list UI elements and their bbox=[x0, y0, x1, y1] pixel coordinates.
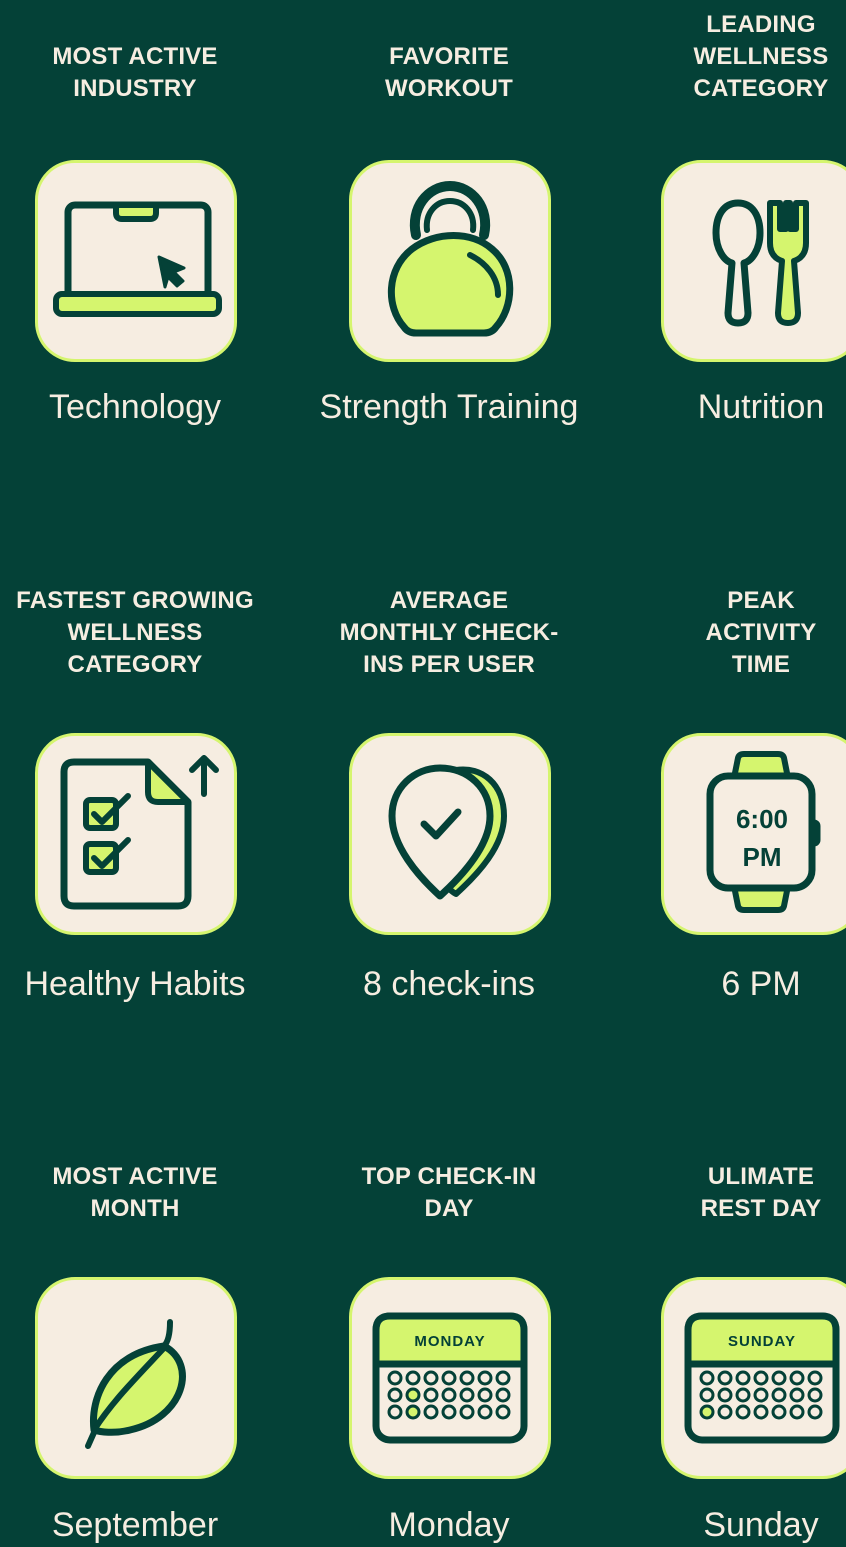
location-check-icon bbox=[388, 764, 507, 900]
icon-tile bbox=[349, 160, 551, 362]
leaf-icon bbox=[85, 1319, 186, 1449]
icon-tile bbox=[35, 160, 237, 362]
stat-value: Nutrition bbox=[697, 388, 825, 426]
spoon-fork-icon bbox=[712, 199, 809, 327]
stat-label: LEADING WELLNESS CATEGORY bbox=[693, 11, 829, 102]
stat-value: Sunday bbox=[703, 1506, 819, 1544]
stat-value: September bbox=[51, 1506, 219, 1544]
icon-tile: 6:00 PM bbox=[661, 733, 846, 935]
icon-tile: SUNDAY bbox=[661, 1277, 846, 1479]
stat-label: MOST ACTIVE INDUSTRY bbox=[52, 43, 218, 102]
laptop-icon bbox=[53, 201, 222, 317]
calendar-icon bbox=[684, 1312, 840, 1444]
stat-label: ULIMATE REST DAY bbox=[700, 1163, 822, 1222]
kettlebell-icon bbox=[388, 180, 514, 337]
checklist-icon bbox=[60, 755, 219, 910]
icon-tile bbox=[35, 733, 237, 935]
calendar-icon bbox=[372, 1312, 528, 1444]
stat-value: Technology bbox=[48, 388, 221, 426]
icon-tile bbox=[35, 1277, 237, 1479]
stat-label: MOST ACTIVE MONTH bbox=[52, 1163, 218, 1222]
calendar-day-text: SUNDAY bbox=[728, 1333, 796, 1350]
stat-value: Healthy Habits bbox=[24, 965, 246, 1003]
watch-time-text: 6:00 PM bbox=[735, 804, 789, 872]
stat-value: 6 PM bbox=[721, 965, 801, 1003]
stat-value: 8 check-ins bbox=[363, 965, 535, 1003]
stat-label: PEAK ACTIVITY TIME bbox=[705, 587, 817, 678]
icon-tile bbox=[661, 160, 846, 362]
stat-value: Strength Training bbox=[319, 388, 579, 426]
stat-value: Monday bbox=[388, 1506, 510, 1544]
stat-label: AVERAGE MONTHLY CHECK- INS PER USER bbox=[339, 587, 559, 678]
icon-tile: MONDAY bbox=[349, 1277, 551, 1479]
icon-tile bbox=[349, 733, 551, 935]
stat-label: FAVORITE WORKOUT bbox=[384, 43, 514, 102]
calendar-day-text: MONDAY bbox=[414, 1333, 486, 1350]
stat-label: FASTEST GROWING WELLNESS CATEGORY bbox=[16, 587, 254, 678]
stat-label: TOP CHECK-IN DAY bbox=[361, 1163, 537, 1222]
